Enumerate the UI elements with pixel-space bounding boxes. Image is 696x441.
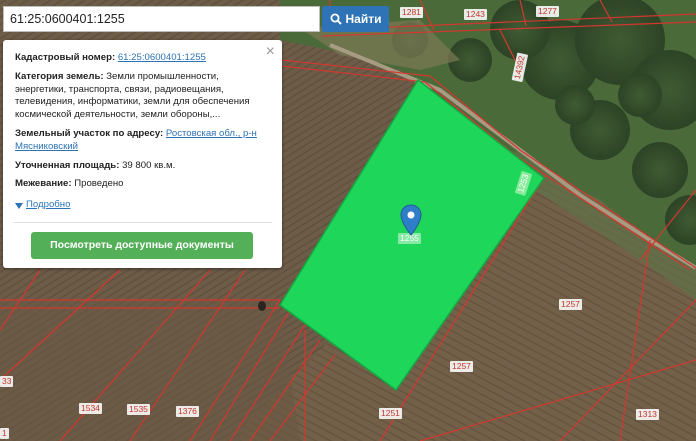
search-button[interactable]: Найти — [322, 6, 389, 32]
survey-row: Межевание: Проведено — [15, 178, 270, 191]
details-toggle[interactable]: Подробно — [15, 199, 70, 212]
parcel-label-33[interactable]: 33 — [0, 376, 14, 387]
bush-marker — [258, 301, 266, 311]
map-pin-icon[interactable] — [400, 204, 422, 236]
cadastral-label: Кадастровый номер: — [15, 52, 116, 63]
parcel-label-1376[interactable]: 1376 — [176, 406, 199, 417]
address-label: Земельный участок по адресу: — [15, 127, 164, 139]
view-documents-button[interactable]: Посмотреть доступные документы — [31, 232, 253, 259]
parcel-label-1257-south[interactable]: 1257 — [450, 361, 473, 372]
area-row: Уточненная площадь: 39 800 кв.м. — [15, 160, 270, 173]
details-label: Подробно — [26, 199, 71, 211]
search-button-label: Найти — [345, 12, 382, 26]
survey-value: Проведено — [74, 178, 124, 190]
category-label: Категория земель: — [15, 70, 104, 82]
triangle-down-icon — [15, 202, 23, 209]
parcel-label-1277[interactable]: 1277 — [536, 6, 559, 17]
parcel-label-1535[interactable]: 1535 — [127, 404, 150, 415]
parcel-label-1313[interactable]: 1313 — [636, 409, 659, 420]
divider — [13, 222, 272, 223]
survey-label: Межевание: — [15, 178, 72, 190]
parcel-label-1243[interactable]: 1243 — [464, 9, 487, 20]
cadastral-number-link[interactable]: 61:25:0600401:1255 — [118, 52, 206, 63]
parcel-label-1251[interactable]: 1251 — [379, 408, 402, 419]
parcel-label-1534[interactable]: 1534 — [79, 403, 102, 414]
field-area-west — [0, 300, 300, 441]
category-row: Категория земель: Земли промышленности, … — [15, 71, 270, 122]
search-icon — [330, 13, 342, 25]
area-value: 39 800 кв.м. — [122, 159, 176, 171]
close-icon[interactable]: × — [266, 44, 275, 60]
parcel-label-1281[interactable]: 1281 — [400, 7, 423, 18]
search-input[interactable] — [3, 6, 320, 32]
area-label: Уточненная площадь: — [15, 159, 120, 171]
parcel-label-1257-east[interactable]: 1257 — [559, 299, 582, 310]
parcel-info-panel: × Кадастровый номер: 61:25:0600401:1255 … — [3, 40, 282, 268]
address-row: Земельный участок по адресу: Ростовская … — [15, 128, 270, 154]
parcel-label-1[interactable]: 1 — [0, 428, 9, 439]
cadastral-row: Кадастровый номер: 61:25:0600401:1255 — [15, 52, 270, 65]
